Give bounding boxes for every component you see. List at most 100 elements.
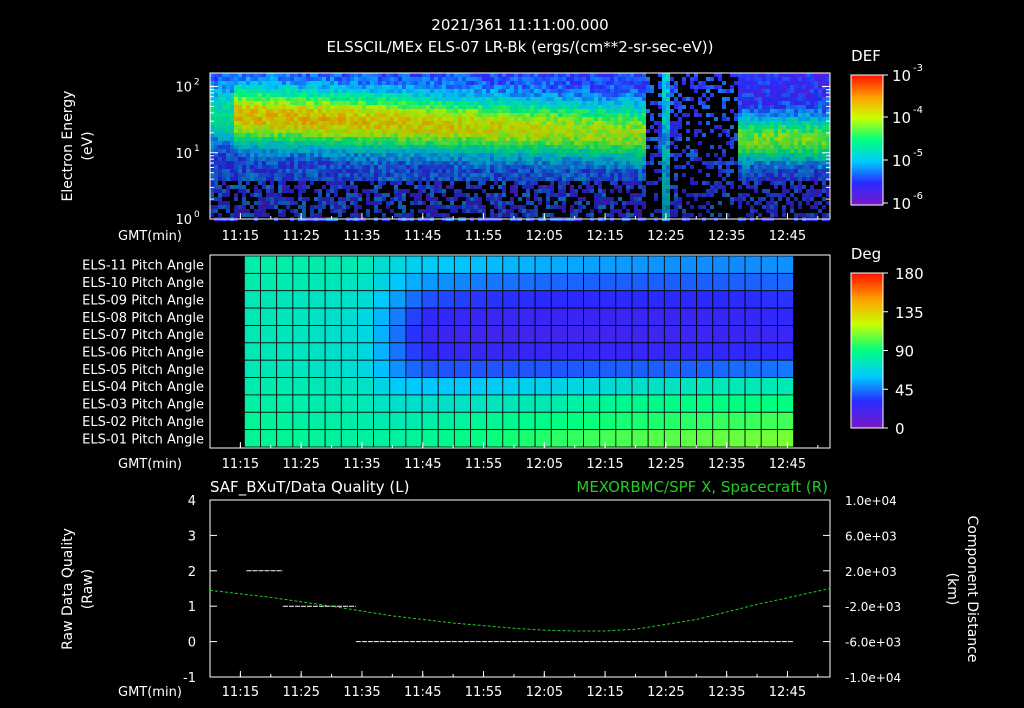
pitch-cell <box>599 307 617 326</box>
pitch-cell <box>599 255 617 274</box>
pitch-cell <box>292 325 310 344</box>
pitch-cell <box>696 272 714 292</box>
pitch-cell <box>615 307 633 326</box>
time-tick-label: 12:25 <box>647 229 684 244</box>
pitch-cell <box>373 255 391 274</box>
time-tick-label: 11:45 <box>404 229 441 244</box>
pitch-cell <box>518 290 536 309</box>
energy-tick-exponent: 1 <box>194 144 200 154</box>
pitch-cell <box>615 290 633 309</box>
pitch-cell <box>357 290 375 309</box>
pitch-cell <box>340 307 358 326</box>
header-date: 2021/361 11:11:00.000 <box>431 16 608 34</box>
pitch-cell <box>470 307 488 326</box>
pitch-cell <box>728 290 746 309</box>
pitch-cell <box>760 290 778 309</box>
time-tick-label: 12:35 <box>708 229 745 244</box>
pitch-cell <box>550 272 568 292</box>
pitch-cell <box>550 325 568 344</box>
time-axis-label: GMT(min) <box>118 229 182 244</box>
pitch-cell <box>405 255 423 274</box>
time-tick-label: 11:35 <box>343 229 380 244</box>
pitch-cell <box>243 272 261 292</box>
pitch-cell <box>260 272 278 292</box>
pitch-cell <box>340 255 358 274</box>
pitch-cell <box>712 255 730 274</box>
pitch-cell <box>421 255 439 274</box>
pitch-cell <box>373 272 391 292</box>
pitch-cell <box>744 290 762 309</box>
pitch-cell <box>437 290 455 309</box>
pitch-cell <box>583 290 601 309</box>
pitch-cell <box>373 290 391 309</box>
time-tick-label: 12:05 <box>526 229 563 244</box>
def-tick-label: 10 <box>892 109 911 127</box>
pitch-cell <box>680 272 698 292</box>
def-tick-label: 10 <box>892 195 911 213</box>
def-colorbar <box>850 74 884 206</box>
pitch-cell <box>728 272 746 292</box>
pitch-cell <box>373 307 391 326</box>
pitch-cell <box>502 272 520 292</box>
def-tick-label: 10 <box>892 152 911 170</box>
pitch-cell <box>389 272 407 292</box>
pitch-cell <box>583 307 601 326</box>
pitch-cell <box>663 272 681 292</box>
pitch-cell <box>712 290 730 309</box>
pitch-cell <box>534 307 552 326</box>
time-tick-label: 12:45 <box>769 229 806 244</box>
pitch-cell <box>470 272 488 292</box>
energy-tick-exponent: 0 <box>194 210 200 220</box>
pitch-cell <box>567 272 584 292</box>
pitch-cell <box>292 290 310 309</box>
pitch-cell <box>340 272 358 292</box>
pitch-cell <box>453 325 471 344</box>
pitch-cell <box>453 255 471 274</box>
pitch-cell <box>373 325 391 344</box>
pitch-cell <box>647 325 665 344</box>
pitch-cell <box>567 307 584 326</box>
pitch-cell <box>486 307 504 326</box>
def-colorbar-title: DEF <box>851 47 881 65</box>
pitch-cell <box>744 255 762 274</box>
pitch-cell <box>583 255 601 274</box>
pitch-cell <box>776 307 794 326</box>
pitch-cell <box>696 307 714 326</box>
pitch-cell <box>583 272 601 292</box>
pitch-cell <box>518 272 536 292</box>
pitch-cell <box>534 255 552 274</box>
pitch-cell <box>663 307 681 326</box>
pitch-cell <box>550 307 568 326</box>
pitch-cell <box>243 325 261 344</box>
energy-spectrogram-panel: 10 010 110 2 Electron Energy (eV) GMT(min) 1… <box>60 47 923 244</box>
pitch-cell <box>260 307 278 326</box>
pitch-cell <box>599 272 617 292</box>
energy-tick-exponent: 2 <box>194 78 200 88</box>
pitch-cell <box>776 272 794 292</box>
pitch-cell <box>357 307 375 326</box>
pitch-cell <box>647 307 665 326</box>
def-tick-exponent: -6 <box>913 191 923 202</box>
pitch-cell <box>518 325 536 344</box>
pitch-cell <box>696 290 714 309</box>
pitch-cell <box>486 290 504 309</box>
pitch-cell <box>324 255 342 274</box>
pitch-cell <box>615 325 633 344</box>
pitch-cell <box>583 325 601 344</box>
pitch-cell <box>437 255 455 274</box>
pitch-cell <box>631 290 649 309</box>
pitch-cell <box>647 272 665 292</box>
pitch-cell <box>663 255 681 274</box>
pitch-cell <box>712 272 730 292</box>
pitch-cell <box>534 290 552 309</box>
pitch-angle-panel: ELS-11 Pitch AngleELS-10 Pitch AngleELS-… <box>82 245 924 472</box>
pitch-cell <box>615 255 633 274</box>
pitch-cell <box>567 290 584 309</box>
pitch-cell <box>567 255 584 274</box>
pitch-cell <box>453 290 471 309</box>
pitch-cell <box>470 290 488 309</box>
pitch-cell <box>437 307 455 326</box>
pitch-cell <box>308 290 326 309</box>
pitch-cell <box>615 272 633 292</box>
pitch-cell <box>760 307 778 326</box>
